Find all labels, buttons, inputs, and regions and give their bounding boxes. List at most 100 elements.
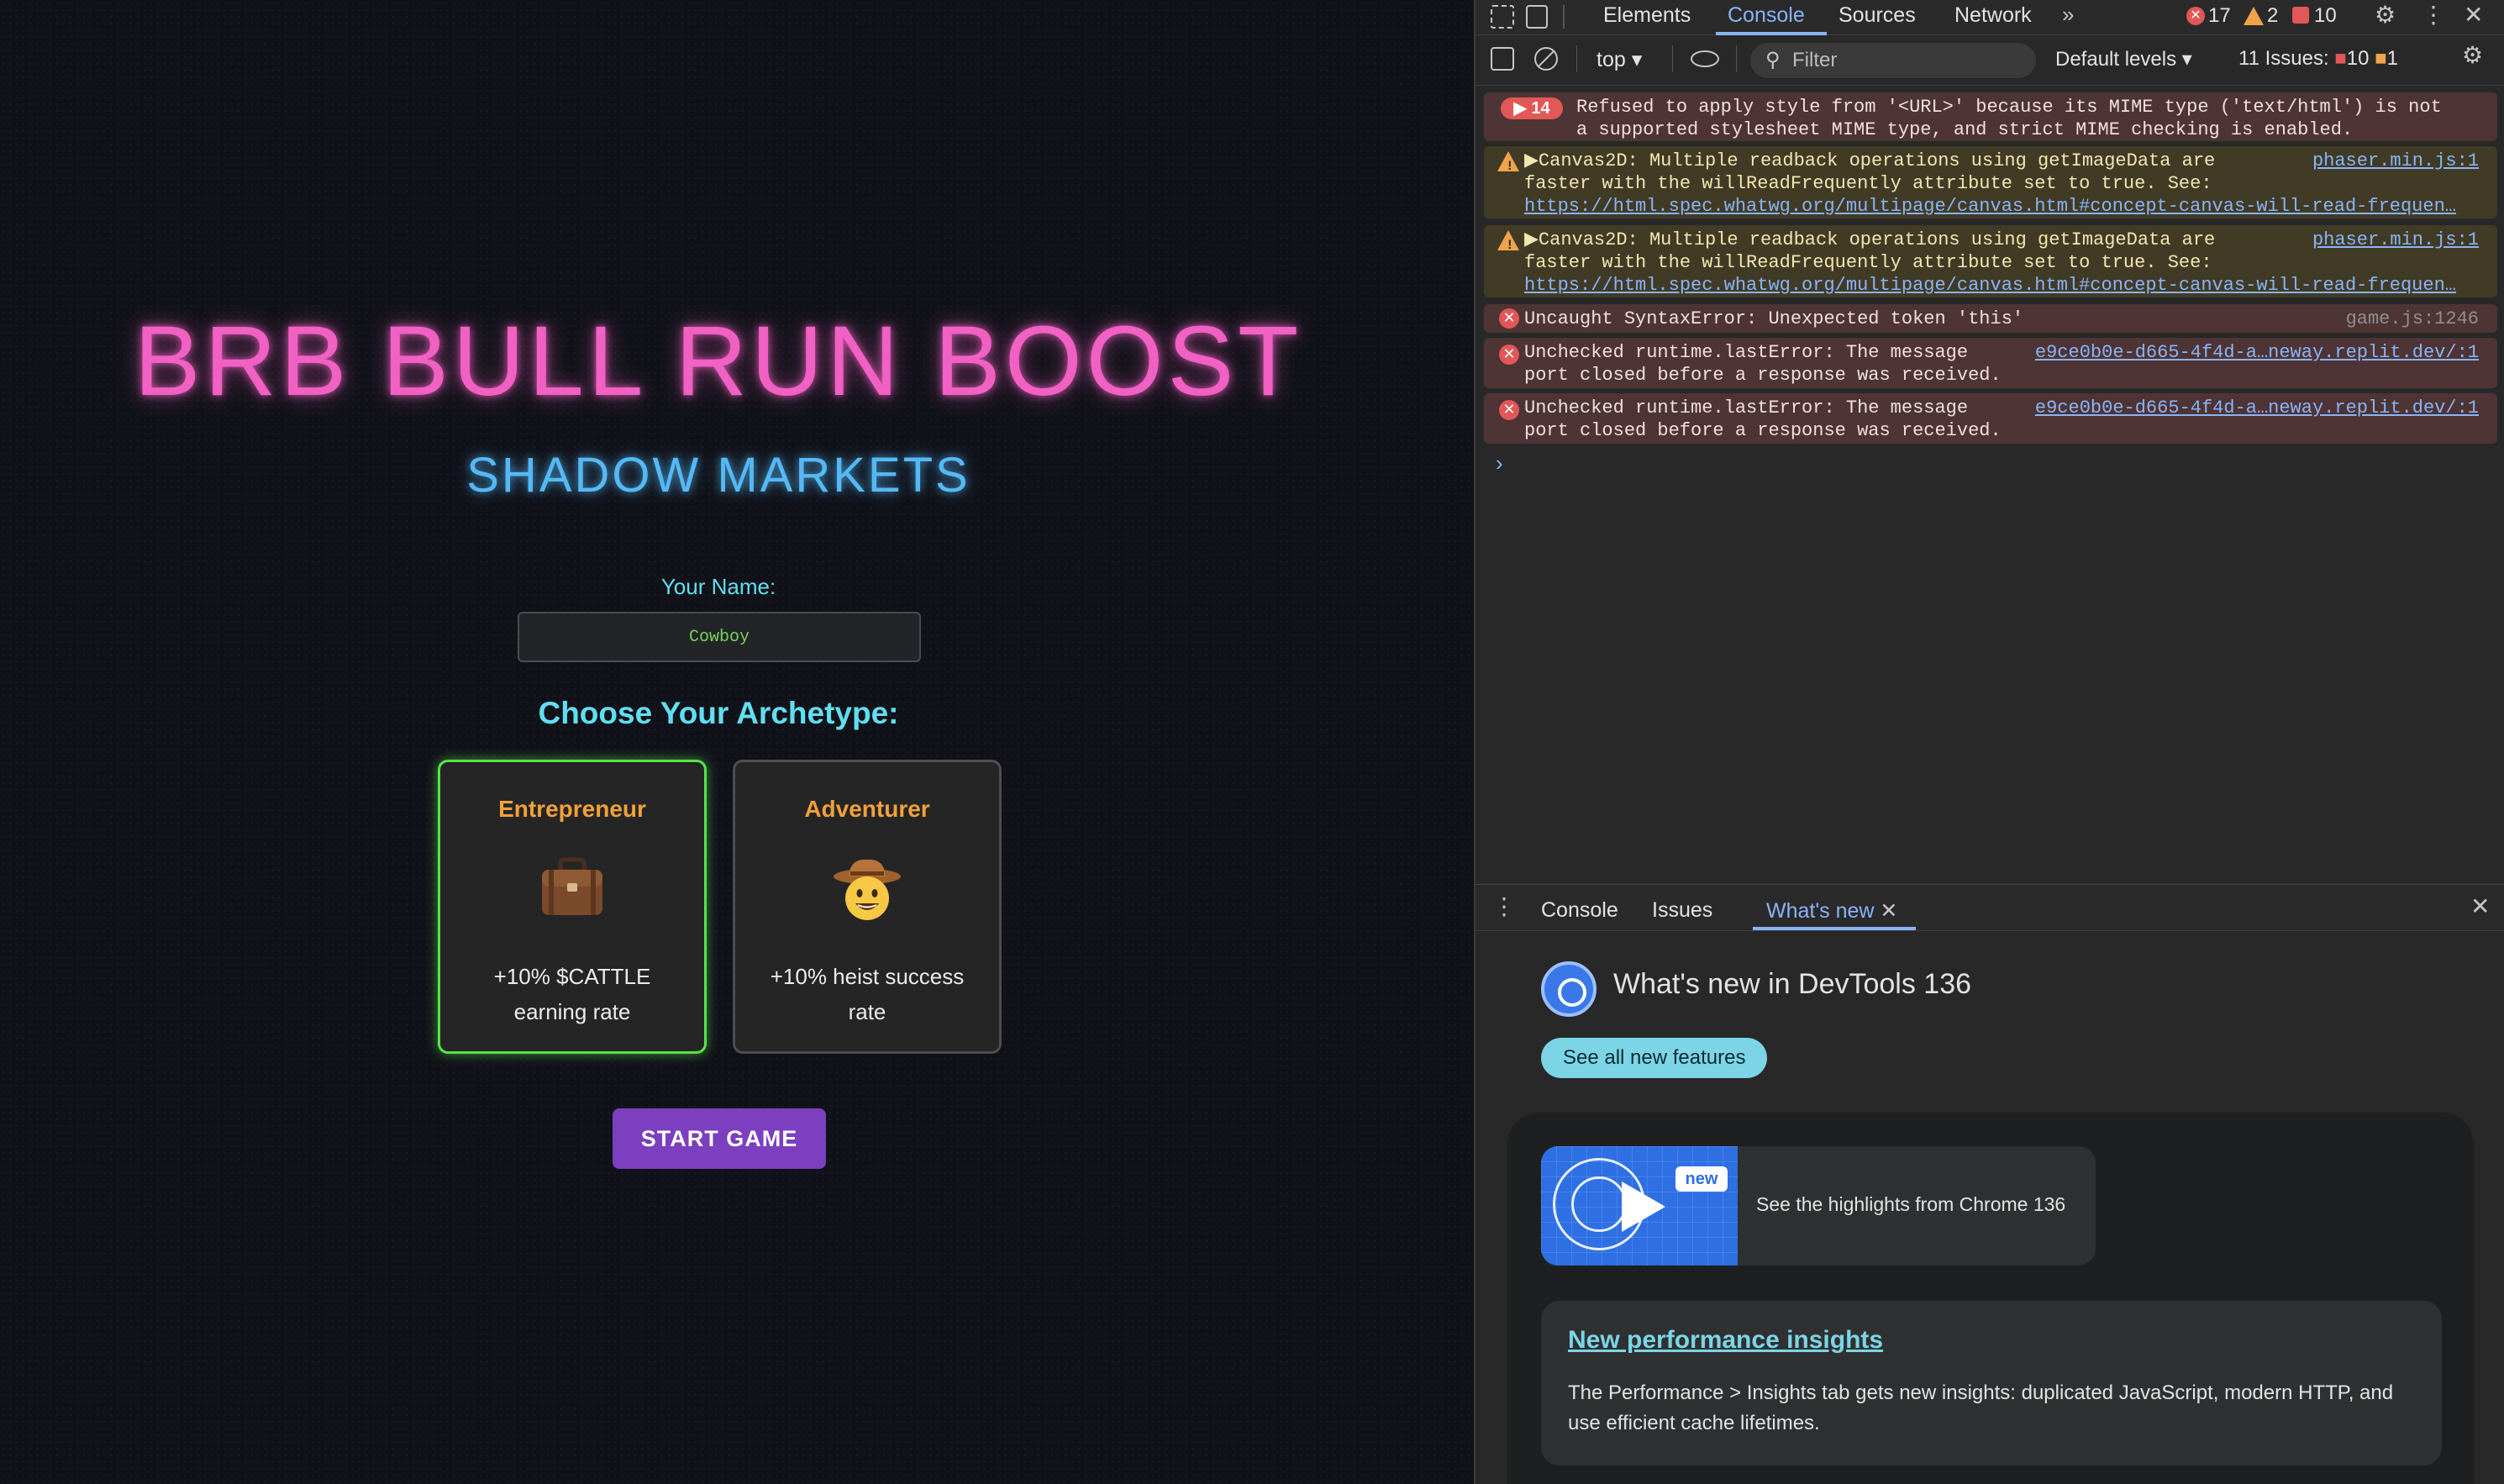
issues-summary[interactable]: 11 Issues: ■10 ■1 [2238, 47, 2398, 71]
issues-summary-warnings: 1 [2386, 47, 2399, 70]
console-message-source[interactable]: phaser.min.js:1 [2312, 229, 2479, 251]
console-message-text: Refused to apply style from '<URL>' beca… [1576, 97, 2442, 140]
console-prompt[interactable]: › [1496, 450, 1503, 476]
name-label: Your Name: [660, 574, 776, 599]
game-page: BRB BULL RUN BOOST SHADOW MARKETS Your N… [0, 0, 1474, 1484]
console-message-text: ▶Canvas2D: Multiple readback operations … [1524, 229, 2216, 273]
drawer-tab-console[interactable]: Console [1541, 898, 1618, 923]
settings-gear-icon[interactable]: ⚙ [2375, 3, 2396, 27]
error-icon: ✕ [1499, 400, 1519, 420]
more-options-icon[interactable]: ⋮ [2422, 3, 2445, 27]
highlights-video-card[interactable]: new See the highlights from Chrome 136 [1541, 1146, 2096, 1266]
play-icon [1622, 1181, 1665, 1232]
console-filter-input[interactable]: ⚲ Filter [1750, 43, 2036, 78]
warning-count[interactable]: 2 [2267, 4, 2278, 28]
close-devtools-icon[interactable]: ✕ [2464, 3, 2483, 27]
console-message-error[interactable]: ✕ Unchecked runtime.lastError: The messa… [1484, 338, 2497, 388]
issues-summary-errors: 10 [2346, 47, 2370, 70]
warning-icon: ! [1497, 230, 1519, 253]
error-count[interactable]: 17 [2208, 4, 2231, 28]
video-thumbnail: new [1541, 1146, 1738, 1266]
error-count-icon: ✕ [2186, 7, 2205, 25]
sidebar-toggle-icon[interactable] [1491, 47, 1514, 71]
console-settings-gear-icon[interactable]: ⚙ [2462, 44, 2483, 67]
console-message-source[interactable]: phaser.min.js:1 [2312, 150, 2479, 172]
repeat-count-badge: ▶ 14 [1501, 97, 1563, 119]
close-tab-icon[interactable]: ✕ [1880, 899, 1897, 923]
game-subtitle: SHADOW MARKETS [466, 448, 971, 503]
tab-elements[interactable]: Elements [1603, 3, 1691, 28]
toolbar-divider [1576, 45, 1577, 72]
console-message-error[interactable]: ▶ 14 Refused to apply style from '<URL>'… [1484, 92, 2497, 141]
console-message-error[interactable]: ✕ Uncaught SyntaxError: Unexpected token… [1484, 304, 2497, 333]
archetype-card-entrepreneur[interactable]: Entrepreneur +10% $CATTLE earning rate [438, 760, 707, 1054]
archetype-heading: Choose Your Archetype: [538, 696, 899, 730]
warning-icon: ! [1497, 151, 1519, 174]
console-message-source[interactable]: e9ce0b0e-d665-4f4d-a…neway.replit.dev/:1 [2035, 397, 2479, 419]
new-badge: new [1675, 1166, 1728, 1192]
error-icon: ✕ [1499, 345, 1519, 365]
drawer-tab-whats-new[interactable]: What's new ✕ [1766, 898, 1897, 924]
close-drawer-icon[interactable]: ✕ [2470, 895, 2490, 918]
issues-count[interactable]: 10 [2314, 4, 2337, 28]
whats-new-panel: What's new in DevTools 136 See all new f… [1476, 931, 2504, 1484]
cowboy-face-icon [735, 856, 999, 932]
console-message-text: Unchecked runtime.lastError: The message… [1524, 397, 2002, 441]
toolbar-divider [1672, 45, 1673, 72]
console-message-link[interactable]: https://html.spec.whatwg.org/multipage/c… [1524, 195, 2456, 218]
context-selector[interactable]: top ▾ [1597, 47, 1642, 72]
active-drawer-tab-indicator [1753, 927, 1916, 930]
archetype-description: +10% $CATTLE earning rate [493, 964, 651, 1024]
console-message-text: Unchecked runtime.lastError: The message… [1524, 342, 2002, 386]
console-message-error[interactable]: ✕ Unchecked runtime.lastError: The messa… [1484, 393, 2497, 444]
see-all-features-button[interactable]: See all new features [1541, 1038, 1768, 1078]
thumbnail-ring [1571, 1176, 1627, 1232]
console-message-source[interactable]: game.js:1246 [2346, 308, 2479, 330]
archetype-title: Entrepreneur [498, 796, 646, 822]
clear-console-icon[interactable] [1534, 47, 1558, 71]
console-message-source[interactable]: e9ce0b0e-d665-4f4d-a…neway.replit.dev/:1 [2035, 341, 2479, 364]
console-message-warning[interactable]: ! ▶Canvas2D: Multiple readback operation… [1484, 225, 2497, 297]
issues-summary-label: 11 Issues: [2238, 47, 2329, 70]
more-tabs-icon[interactable]: » [2062, 3, 2074, 25]
devtools-tab-bar: Elements Console Sources Network » ✕ 17 … [1476, 0, 2504, 35]
archetype-card-adventurer[interactable]: Adventurer +10% heist success rate [733, 760, 1002, 1054]
archetype-title: Adventurer [804, 796, 930, 822]
log-levels-dropdown[interactable]: Default levels ▾ [2055, 47, 2192, 71]
filter-icon: ⚲ [1765, 49, 1781, 71]
video-caption: See the highlights from Chrome 136 [1756, 1193, 2066, 1215]
chrome-devtools-logo-icon [1541, 961, 1597, 1017]
console-message-link[interactable]: https://html.spec.whatwg.org/multipage/c… [1524, 274, 2456, 297]
devtools-panel: Elements Console Sources Network » ✕ 17 … [1474, 0, 2504, 1484]
console-message-text: ▶Canvas2D: Multiple readback operations … [1524, 150, 2216, 194]
drawer-menu-icon[interactable]: ⋮ [1492, 895, 1516, 918]
toolbar-divider [1736, 45, 1737, 72]
start-game-button[interactable]: START GAME [613, 1108, 826, 1169]
warning-count-icon [2244, 7, 2264, 25]
error-icon: ✕ [1499, 308, 1519, 329]
tab-sources[interactable]: Sources [1839, 3, 1916, 28]
archetype-description: +10% heist success rate [770, 964, 965, 1024]
live-expression-eye-icon[interactable] [1691, 50, 1719, 67]
drawer-tab-issues[interactable]: Issues [1652, 898, 1712, 923]
drawer-tab-bar: ⋮ Console Issues What's new ✕ ✕ [1476, 884, 2504, 931]
whats-new-title: What's new in DevTools 136 [1613, 968, 1972, 1000]
performance-insights-card: New performance insights The Performance… [1541, 1301, 2442, 1466]
briefcase-icon [440, 856, 704, 932]
insight-title-link[interactable]: New performance insights [1568, 1326, 1883, 1355]
console-message-text: Uncaught SyntaxError: Unexpected token '… [1524, 308, 2024, 329]
tab-network[interactable]: Network [1954, 3, 2032, 28]
issues-count-icon [2292, 7, 2309, 24]
inspect-element-icon[interactable] [1491, 5, 1514, 29]
console-message-warning[interactable]: ! ▶Canvas2D: Multiple readback operation… [1484, 146, 2497, 218]
log-levels-label: Default levels [2055, 48, 2177, 71]
drawer-tab-whats-new-label: What's new [1766, 899, 1875, 923]
filter-placeholder: Filter [1792, 49, 1838, 71]
game-title: BRB BULL RUN BOOST [134, 306, 1303, 417]
toolbar-divider [1563, 5, 1565, 29]
name-input[interactable] [518, 612, 921, 662]
highlights-panel: new See the highlights from Chrome 136 N… [1507, 1113, 2474, 1484]
device-toolbar-icon[interactable] [1526, 5, 1548, 29]
insight-body: The Performance > Insights tab gets new … [1568, 1381, 2394, 1434]
tab-console[interactable]: Console [1728, 3, 1805, 28]
